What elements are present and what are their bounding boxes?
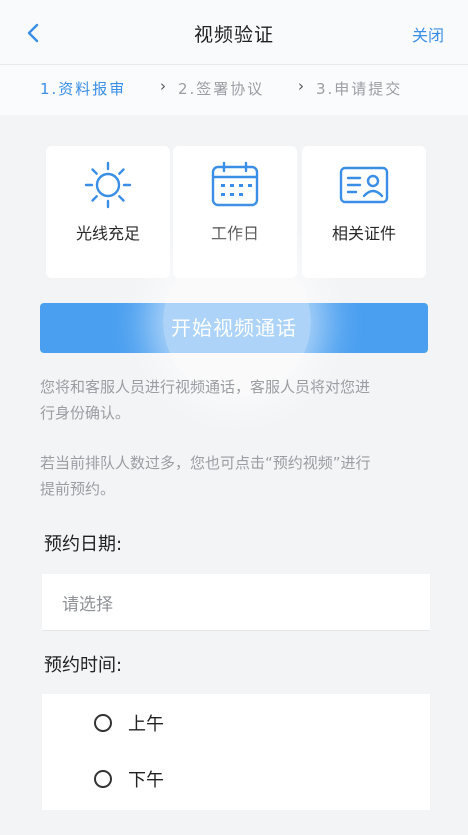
start-video-call-button[interactable]: 开始视频通话 (40, 303, 428, 353)
step-indicator: 1.资料报审 › 2.签署协议 › 3.申请提交 (0, 65, 468, 115)
chevron-right-icon: › (160, 77, 168, 95)
select-placeholder: 请选择 (62, 595, 113, 615)
id-card-icon (339, 166, 389, 204)
appointment-time-options: 上午 下午 (42, 694, 430, 810)
tip-tile-lighting: 光线充足 (46, 146, 170, 278)
tip-tile-documents: 相关证件 (302, 146, 426, 278)
chevron-right-icon: › (298, 77, 306, 95)
tip-label: 光线充足 (75, 224, 140, 243)
tip-tile-workday: 工作日 (173, 146, 297, 278)
video-verification-page: 视频验证 关闭 1.资料报审 › 2.签署协议 › 3.申请提交 光线充足 工作… (0, 0, 468, 835)
step-1: 1.资料报审 (40, 80, 127, 98)
step-2: 2.签署协议 (178, 80, 265, 98)
appointment-date-label: 预约日期: (44, 534, 123, 555)
radio-circle-icon (94, 714, 112, 732)
calendar-icon (211, 161, 259, 207)
close-button[interactable]: 关闭 (412, 22, 444, 46)
page-title: 视频验证 (193, 24, 274, 46)
sun-icon (84, 161, 132, 209)
tip-label: 相关证件 (331, 224, 396, 243)
radio-circle-icon (94, 770, 112, 788)
step-3: 3.申请提交 (316, 80, 403, 98)
appointment-time-label: 预约时间: (44, 655, 123, 676)
description-paragraph-2: 若当前排队人数过多，您也可点击“预约视频”进行 提前预约。 (40, 454, 371, 498)
appointment-date-select[interactable]: 请选择 (42, 574, 430, 631)
nav-bar: 视频验证 关闭 (0, 0, 468, 65)
tip-label: 工作日 (210, 224, 259, 243)
description-paragraph-1: 您将和客服人员进行视频通话，客服人员将对您进 行身份确认。 (40, 378, 371, 422)
